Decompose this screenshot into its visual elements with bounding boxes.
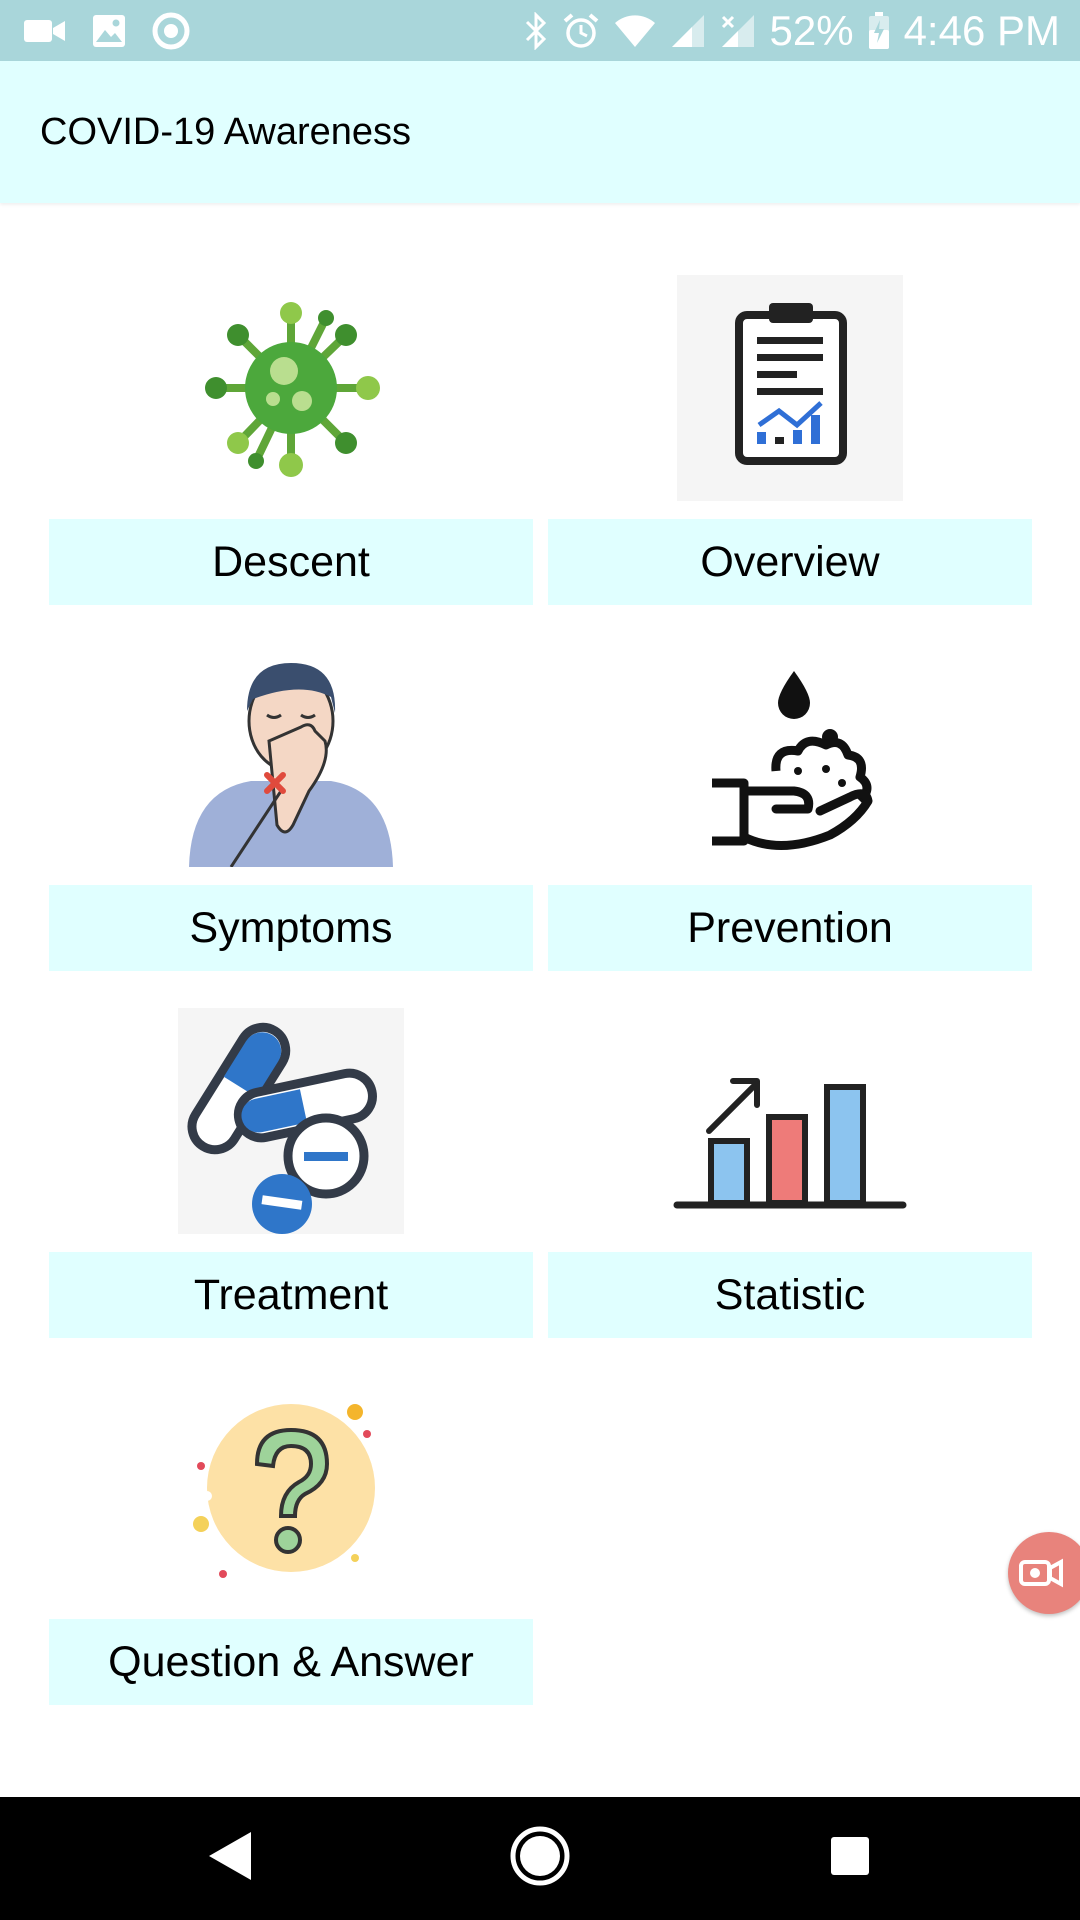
- video-camera-icon: [24, 17, 66, 45]
- hand-washing-icon[interactable]: [548, 641, 1032, 867]
- back-button[interactable]: [160, 1797, 300, 1920]
- home-button[interactable]: [470, 1797, 610, 1920]
- virus-icon[interactable]: [49, 275, 533, 501]
- descent-button[interactable]: Descent: [49, 519, 533, 605]
- wifi-icon: [614, 14, 656, 48]
- symptoms-button[interactable]: Symptoms: [49, 885, 533, 971]
- question-answer-button[interactable]: Question & Answer: [49, 1619, 533, 1705]
- battery-charging-icon: [868, 11, 890, 50]
- clipboard-chart-icon[interactable]: [548, 275, 1032, 501]
- screen-record-fab[interactable]: [1008, 1532, 1080, 1614]
- overview-button[interactable]: Overview: [548, 519, 1032, 605]
- bar-chart-icon[interactable]: [548, 1008, 1032, 1234]
- bluetooth-icon: [524, 11, 548, 50]
- screen-record-icon: [1018, 1556, 1064, 1590]
- alarm-icon: [562, 12, 600, 50]
- prevention-button[interactable]: Prevention: [548, 885, 1032, 971]
- battery-percent: 52%: [769, 6, 854, 54]
- status-time: 4:46 PM: [903, 6, 1060, 54]
- signal-icon: [670, 14, 706, 48]
- status-bar: 52% 4:46 PM: [0, 0, 1080, 61]
- record-icon: [152, 12, 190, 50]
- navigation-bar: [0, 1797, 1080, 1920]
- app-title: COVID-19 Awareness: [40, 111, 412, 153]
- pills-icon[interactable]: [49, 1008, 533, 1234]
- statistic-button[interactable]: Statistic: [548, 1252, 1032, 1338]
- recents-button[interactable]: [780, 1797, 920, 1920]
- sneezing-person-icon[interactable]: [49, 641, 533, 867]
- treatment-button[interactable]: Treatment: [49, 1252, 533, 1338]
- back-icon: [207, 1830, 253, 1887]
- app-bar: COVID-19 Awareness: [0, 61, 1080, 203]
- question-mark-icon[interactable]: [49, 1375, 533, 1601]
- signal-no-data-icon: [720, 14, 756, 48]
- home-icon: [509, 1825, 571, 1892]
- recents-icon: [829, 1835, 871, 1882]
- image-icon: [92, 14, 126, 48]
